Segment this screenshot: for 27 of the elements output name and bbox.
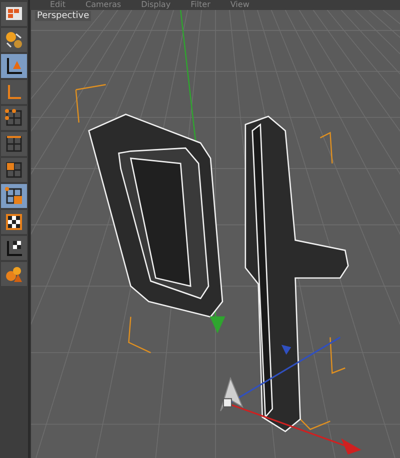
toolbar-tool-button[interactable]	[1, 132, 27, 156]
texture-axis-icon	[4, 238, 24, 258]
viewport-label: Perspective	[35, 11, 92, 21]
viewport[interactable]: Perspective	[30, 10, 400, 458]
toolbar-tool-button[interactable]	[1, 210, 27, 234]
toolbar-tool-button[interactable]	[1, 236, 27, 260]
z-axis-arrowhead-icon	[281, 344, 292, 355]
spheres-icon	[4, 30, 24, 50]
y-axis-arrowhead-icon	[210, 316, 226, 334]
points-icon	[4, 108, 24, 128]
edges-icon	[4, 134, 24, 154]
menu-item[interactable]: Cameras	[86, 0, 122, 10]
uv-icon	[4, 186, 24, 206]
polygons-icon	[4, 160, 24, 180]
origin-handle-icon	[222, 398, 232, 408]
shapes-icon	[4, 264, 24, 284]
toolbar-tool-button[interactable]	[1, 54, 27, 78]
menu-item[interactable]: Display	[141, 0, 171, 10]
toolbar-tool-button[interactable]	[1, 158, 27, 182]
menu-item[interactable]: View	[230, 0, 250, 10]
texture-icon	[4, 212, 24, 232]
menu-item[interactable]: Filter	[190, 0, 210, 10]
toolbar-tool-button[interactable]	[1, 106, 27, 130]
toolbar-tool-button[interactable]	[1, 184, 27, 208]
menu-item[interactable]: Edit	[50, 0, 66, 10]
model-icon	[4, 56, 24, 76]
toolbar-tool-button[interactable]	[1, 2, 27, 26]
